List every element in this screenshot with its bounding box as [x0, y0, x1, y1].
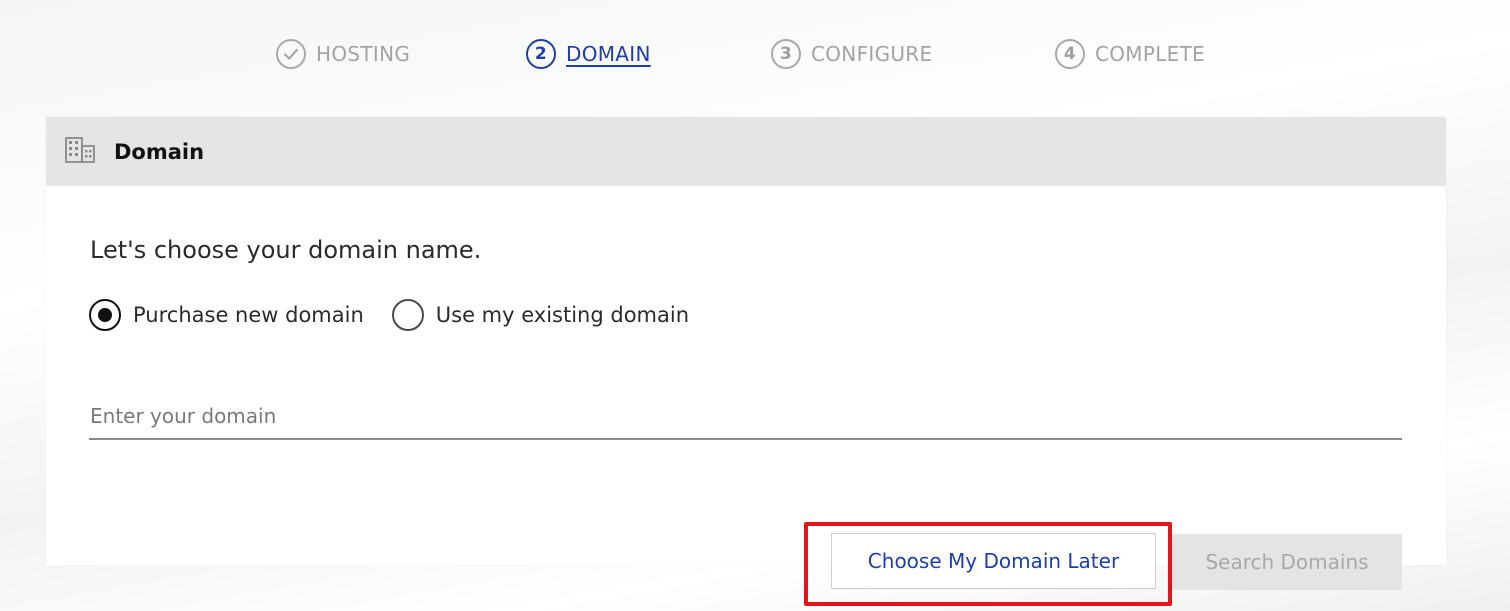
- step-domain[interactable]: 2 DOMAIN: [526, 38, 651, 70]
- radio-checked-icon: [89, 299, 121, 331]
- step-configure[interactable]: 3 CONFIGURE: [771, 38, 932, 70]
- card-body: Let's choose your domain name. Purchase …: [46, 186, 1446, 606]
- card-title: Domain: [114, 139, 205, 164]
- step-label: CONFIGURE: [811, 42, 933, 66]
- domain-card: Domain Let's choose your domain name. Pu…: [46, 117, 1446, 606]
- step-label: COMPLETE: [1095, 42, 1206, 66]
- step-complete[interactable]: 4 COMPLETE: [1055, 38, 1205, 70]
- card-header: Domain: [46, 117, 1446, 186]
- step-label: HOSTING: [316, 42, 411, 66]
- radio-unchecked-icon: [391, 299, 424, 331]
- choose-domain-later-button[interactable]: Choose My Domain Later: [831, 533, 1156, 589]
- search-domains-button[interactable]: Search Domains: [1172, 534, 1402, 590]
- purchase-new-domain-radio[interactable]: Purchase new domain: [89, 299, 364, 331]
- use-existing-domain-radio[interactable]: Use my existing domain: [391, 299, 690, 331]
- step-number-4-icon: 4: [1055, 39, 1085, 69]
- step-hosting[interactable]: HOSTING: [276, 38, 410, 70]
- domain-search-input[interactable]: [89, 394, 1402, 440]
- domain-option-group: Purchase new domain Use my existing doma…: [89, 299, 717, 331]
- step-label: DOMAIN: [566, 42, 651, 66]
- radio-label: Purchase new domain: [133, 303, 364, 327]
- checkout-steps: HOSTING 2 DOMAIN 3 CONFIGURE 4 COMPLETE: [0, 0, 1510, 108]
- step-number-3-icon: 3: [771, 39, 801, 69]
- check-icon-glyph: [284, 48, 298, 60]
- building-icon: [64, 136, 96, 168]
- building-icon-glyph: [65, 136, 95, 163]
- step-number-2-icon: 2: [526, 39, 556, 69]
- radio-label: Use my existing domain: [435, 303, 690, 327]
- domain-question: Let's choose your domain name.: [90, 236, 482, 264]
- check-icon: [276, 39, 306, 69]
